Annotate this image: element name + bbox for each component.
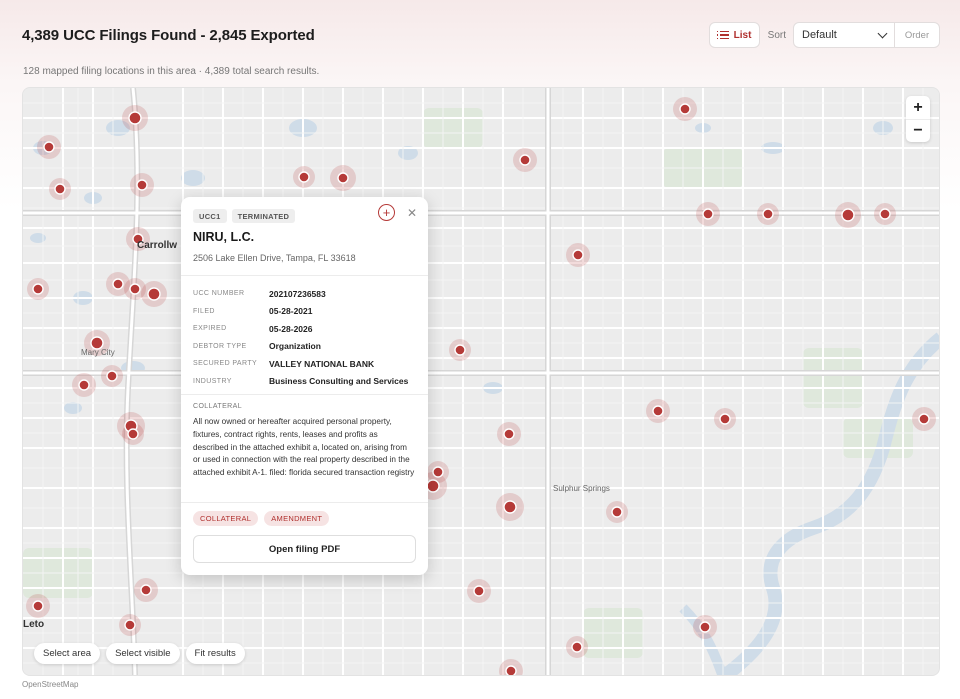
zoom-out-button[interactable]: − <box>906 119 930 142</box>
map-label-city: Mary City <box>81 348 115 357</box>
field-value: VALLEY NATIONAL BANK <box>269 358 375 369</box>
field-label: SECURED PARTY <box>193 360 258 368</box>
map-attribution[interactable]: OpenStreetMap <box>22 680 78 689</box>
page-title: 4,389 UCC Filings Found - 2,845 Exported <box>22 27 315 44</box>
field-label: INDUSTRY <box>193 377 232 385</box>
divider <box>181 275 428 276</box>
tag-amendment: AMENDMENT <box>264 511 330 526</box>
filing-status-badge: TERMINATED <box>231 209 296 223</box>
field-label: UCC NUMBER <box>193 290 245 298</box>
view-controls: List Sort Default Order <box>708 22 940 48</box>
list-view-button[interactable]: List <box>708 22 760 48</box>
results-summary: 128 mapped filing locations in this area… <box>23 66 320 77</box>
close-icon[interactable]: ✕ <box>407 206 417 220</box>
field-value: 202107236583 <box>269 288 326 299</box>
map-view[interactable]: Carrollw Mary City Sulphur Springs Leto … <box>22 87 940 676</box>
filing-popup: UCC1 TERMINATED + ✕ NIRU, L.C. 2506 Lake… <box>181 197 428 575</box>
divider <box>181 394 428 395</box>
filing-tags: COLLATERAL AMENDMENT <box>193 511 330 526</box>
field-row: FILED 05-28-2021 <box>193 303 421 321</box>
filing-fields: UCC NUMBER 202107236583 FILED 05-28-2021 E… <box>193 285 421 390</box>
collateral-heading: COLLATERAL <box>193 403 242 410</box>
field-label: DEBTOR TYPE <box>193 342 247 350</box>
field-row: INDUSTRY Business Consulting and Services <box>193 373 421 391</box>
select-visible-button[interactable]: Select visible <box>106 643 180 664</box>
field-row: DEBTOR TYPE Organization <box>193 338 421 356</box>
debtor-address: 2506 Lake Ellen Drive, Tampa, FL 33618 <box>193 253 356 263</box>
chevron-down-icon <box>877 28 888 38</box>
map-label-carrollwood: Carrollw <box>137 240 178 251</box>
field-value: Business Consulting and Services <box>269 376 409 387</box>
sort-label: Sort <box>767 29 786 41</box>
open-filing-pdf-button[interactable]: Open filing PDF <box>193 535 416 563</box>
field-value: Organization <box>269 341 321 352</box>
field-row: UCC NUMBER 202107236583 <box>193 285 421 303</box>
page-header: 4,389 UCC Filings Found - 2,845 Exported… <box>22 22 940 56</box>
map-action-buttons: Select area Select visible Fit results <box>34 643 245 664</box>
sort-select[interactable]: Default <box>793 22 895 48</box>
plus-circle-icon[interactable]: + <box>378 204 395 221</box>
zoom-controls: + − <box>906 96 930 142</box>
map-tiles <box>23 88 939 675</box>
debtor-name: NIRU, L.C. <box>193 230 255 244</box>
collateral-text: All now owned or hereafter acquired pers… <box>193 417 415 478</box>
divider <box>181 502 428 503</box>
field-row: EXPIRED 05-28-2026 <box>193 320 421 338</box>
field-row: SECURED PARTY VALLEY NATIONAL BANK <box>193 355 421 373</box>
fit-results-button[interactable]: Fit results <box>185 643 245 664</box>
list-icon <box>716 30 729 40</box>
list-view-label: List <box>733 29 752 41</box>
filing-type-badge: UCC1 <box>193 209 227 223</box>
map-label-sulphur-springs: Sulphur Springs <box>553 484 610 493</box>
sort-select-value: Default <box>802 29 837 41</box>
zoom-in-button[interactable]: + <box>906 96 930 119</box>
map-label-west: Leto <box>23 619 45 630</box>
tag-collateral: COLLATERAL <box>193 511 259 526</box>
field-value: 05-28-2021 <box>269 306 313 317</box>
select-area-button[interactable]: Select area <box>34 643 101 664</box>
filing-badges: UCC1 TERMINATED <box>193 209 296 223</box>
field-value: 05-28-2026 <box>269 323 313 334</box>
order-button[interactable]: Order <box>895 22 940 48</box>
field-label: EXPIRED <box>193 325 227 333</box>
field-label: FILED <box>193 307 215 315</box>
